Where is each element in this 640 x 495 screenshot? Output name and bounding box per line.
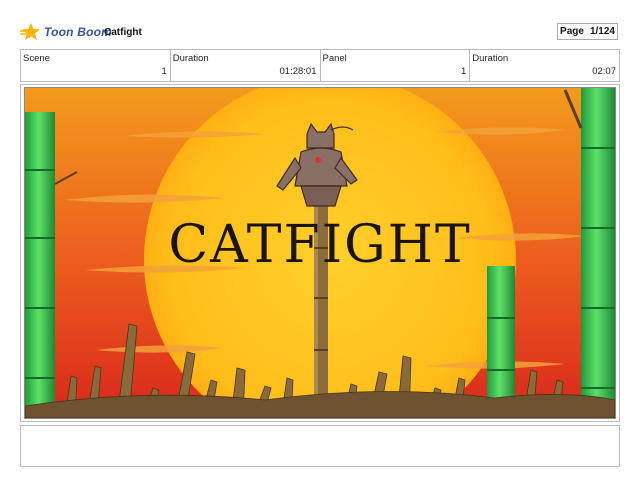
artwork-title: CATFIGHT: [168, 215, 471, 275]
sunset-scene: CATFIGHT: [25, 88, 615, 418]
toon-boom-logo: Toon Boom: [20, 22, 112, 42]
page-label: Page: [560, 26, 584, 37]
scene-duration-cell: Duration 01:28:01: [171, 50, 321, 81]
panel-label: Panel: [322, 53, 347, 64]
storyboard-header: Toon Boom Catfight Page 1/124: [0, 0, 640, 46]
storyboard-panel-artwork: CATFIGHT: [24, 87, 616, 419]
brand-name: Toon Boom: [44, 25, 113, 39]
document-title: Catfight: [104, 27, 142, 38]
panel-duration-value: 02:07: [592, 66, 616, 77]
scene-duration-label: Duration: [172, 53, 209, 64]
page-indicator: Page 1/124: [557, 23, 618, 40]
star-logo-icon: [20, 23, 40, 40]
scene-duration-value: 01:28:01: [279, 66, 317, 77]
scene-label: Scene: [23, 53, 50, 64]
panel-duration-cell: Duration 02:07: [470, 50, 619, 81]
panel-value: 1: [460, 66, 467, 77]
page-number: 1/124: [589, 26, 615, 37]
panel-cell: Panel 1: [321, 50, 471, 81]
panel-info-row: Scene 1 Duration 01:28:01 Panel 1 Durati…: [20, 49, 620, 82]
scene-value: 1: [161, 66, 167, 77]
panel-caption-box: [20, 425, 620, 467]
scene-cell: Scene 1: [21, 50, 171, 81]
panel-duration-label: Duration: [472, 53, 509, 64]
